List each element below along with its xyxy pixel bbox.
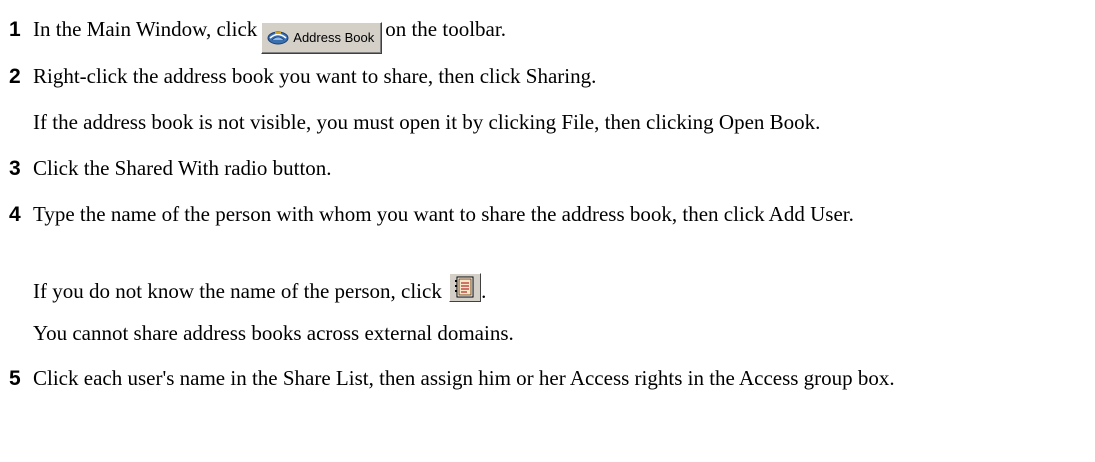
- step-text-before: In the Main Window, click: [33, 17, 258, 41]
- step-text: Click the Shared With radio button.: [33, 156, 332, 180]
- step-note-text-after: .: [481, 279, 487, 303]
- step-note-text: If you do not know the name of the perso…: [33, 279, 442, 303]
- address-book-toolbar-button[interactable]: Address Book: [261, 22, 383, 54]
- step-text: Type the name of the person with whom yo…: [33, 202, 854, 226]
- step-text-after: on the toolbar.: [385, 17, 506, 41]
- step-text: Click each user's name in the Share List…: [33, 366, 895, 390]
- step-number: 3: [9, 157, 21, 180]
- address-selector-button[interactable]: [449, 273, 482, 302]
- step-note: If you do not know the name of the perso…: [33, 273, 486, 304]
- address-selector-icon: [455, 276, 474, 298]
- step-number: 4: [9, 203, 21, 226]
- step-number: 5: [9, 367, 21, 390]
- step-note: You cannot share address books across ex…: [33, 321, 514, 345]
- step-text: In the Main Window, click Address Book on…: [33, 17, 506, 54]
- address-book-icon: [267, 31, 289, 45]
- step-number: 2: [9, 65, 21, 88]
- step-note: If the address book is not visible, you …: [33, 110, 821, 134]
- address-book-button-label: Address Book: [293, 30, 375, 45]
- step-number: 1: [9, 18, 21, 41]
- step-text: Right-click the address book you want to…: [33, 64, 597, 88]
